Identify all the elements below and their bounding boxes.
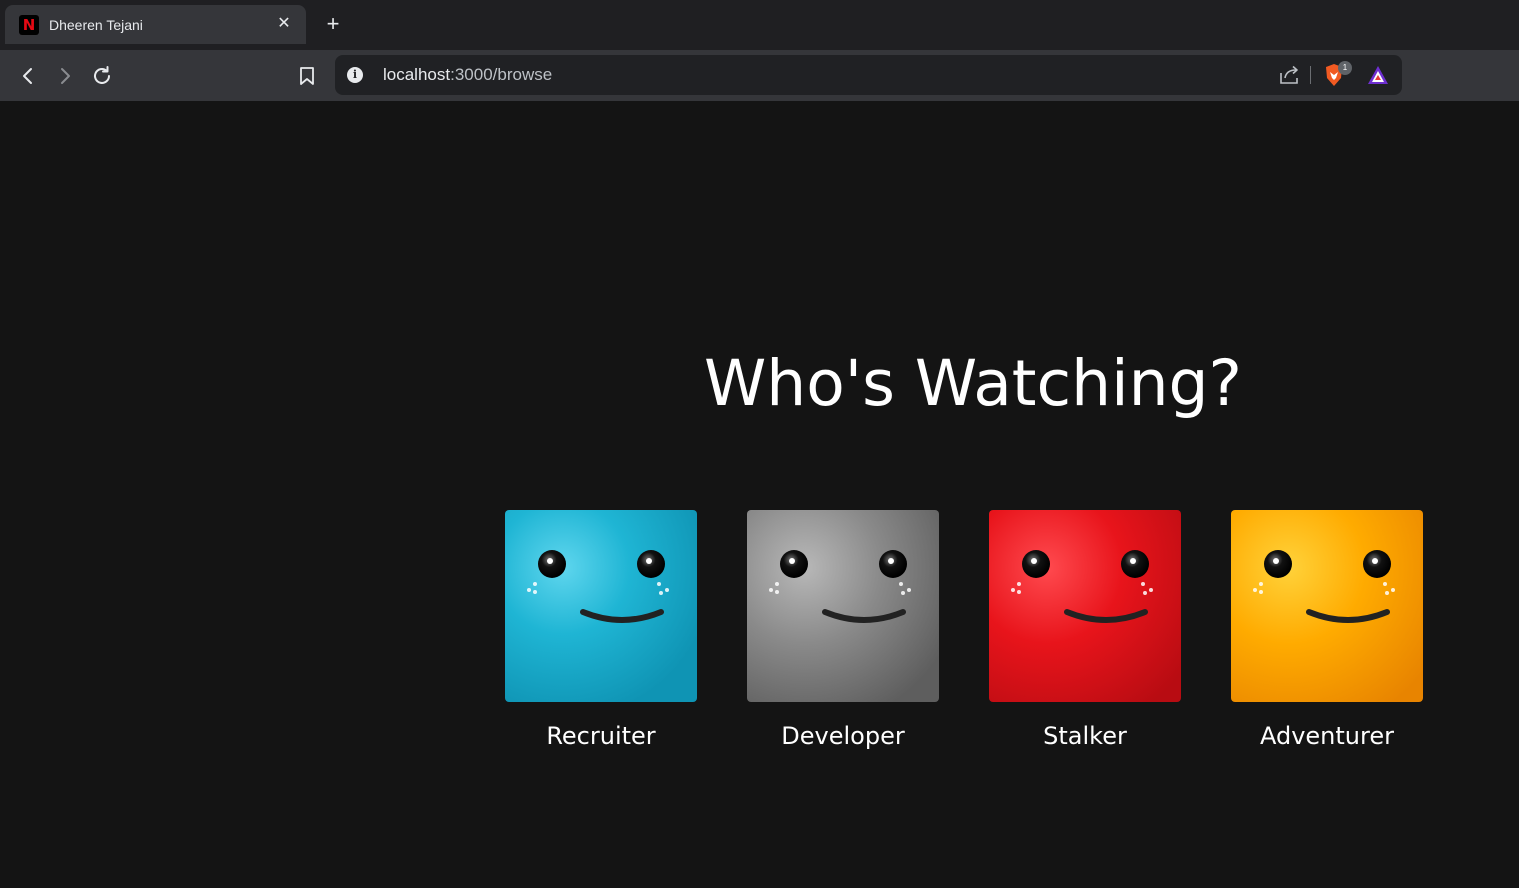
freckles-icon bbox=[527, 582, 541, 596]
netflix-favicon-icon: N bbox=[19, 14, 39, 35]
smile-icon bbox=[822, 609, 906, 623]
omnibox-divider bbox=[1310, 66, 1311, 84]
profile-adventurer[interactable]: Adventurer bbox=[1231, 510, 1423, 750]
eye-icon bbox=[1264, 550, 1292, 578]
url-text[interactable]: localhost:3000/browse bbox=[383, 65, 552, 85]
profile-stalker[interactable]: Stalker bbox=[989, 510, 1181, 750]
browse-page: Who's Watching? Recruiter Developer Stal… bbox=[0, 101, 1519, 888]
eye-icon bbox=[538, 550, 566, 578]
freckles-icon bbox=[657, 582, 671, 596]
profile-avatar[interactable] bbox=[1231, 510, 1423, 702]
page-title: Who's Watching? bbox=[704, 347, 1242, 420]
browser-tab[interactable]: N Dheeren Tejani ✕ bbox=[5, 5, 306, 44]
smile-icon bbox=[1064, 609, 1148, 623]
eye-icon bbox=[1022, 550, 1050, 578]
close-icon[interactable]: ✕ bbox=[274, 14, 294, 34]
profile-developer[interactable]: Developer bbox=[747, 510, 939, 750]
plus-icon[interactable]: + bbox=[322, 13, 344, 35]
address-bar[interactable]: i localhost:3000/browse 1 bbox=[335, 55, 1402, 95]
eye-icon bbox=[780, 550, 808, 578]
smile-icon bbox=[1306, 609, 1390, 623]
profile-name: Recruiter bbox=[546, 722, 656, 750]
smile-icon bbox=[580, 609, 664, 623]
tab-title: Dheeren Tejani bbox=[49, 16, 143, 33]
forward-icon[interactable] bbox=[51, 62, 79, 90]
eye-icon bbox=[1363, 550, 1391, 578]
eye-icon bbox=[879, 550, 907, 578]
profile-name: Developer bbox=[781, 722, 905, 750]
profile-avatar[interactable] bbox=[989, 510, 1181, 702]
freckles-icon bbox=[1253, 582, 1267, 596]
eye-icon bbox=[637, 550, 665, 578]
info-icon[interactable]: i bbox=[347, 67, 363, 83]
bookmark-icon[interactable] bbox=[293, 62, 321, 90]
profile-name: Stalker bbox=[1043, 722, 1127, 750]
profile-avatar[interactable] bbox=[505, 510, 697, 702]
eye-icon bbox=[1121, 550, 1149, 578]
freckles-icon bbox=[1011, 582, 1025, 596]
freckles-icon bbox=[1141, 582, 1155, 596]
reload-icon[interactable] bbox=[88, 62, 116, 90]
freckles-icon bbox=[899, 582, 913, 596]
profile-name: Adventurer bbox=[1259, 722, 1394, 750]
freckles-icon bbox=[769, 582, 783, 596]
brave-rewards-icon[interactable] bbox=[1367, 65, 1389, 90]
profile-avatar[interactable] bbox=[747, 510, 939, 702]
back-icon[interactable] bbox=[14, 62, 42, 90]
tab-strip: N Dheeren Tejani ✕ + bbox=[0, 0, 1519, 50]
share-icon[interactable] bbox=[1279, 65, 1301, 90]
profile-recruiter[interactable]: Recruiter bbox=[505, 510, 697, 750]
brave-badge: 1 bbox=[1338, 61, 1352, 75]
freckles-icon bbox=[1383, 582, 1397, 596]
